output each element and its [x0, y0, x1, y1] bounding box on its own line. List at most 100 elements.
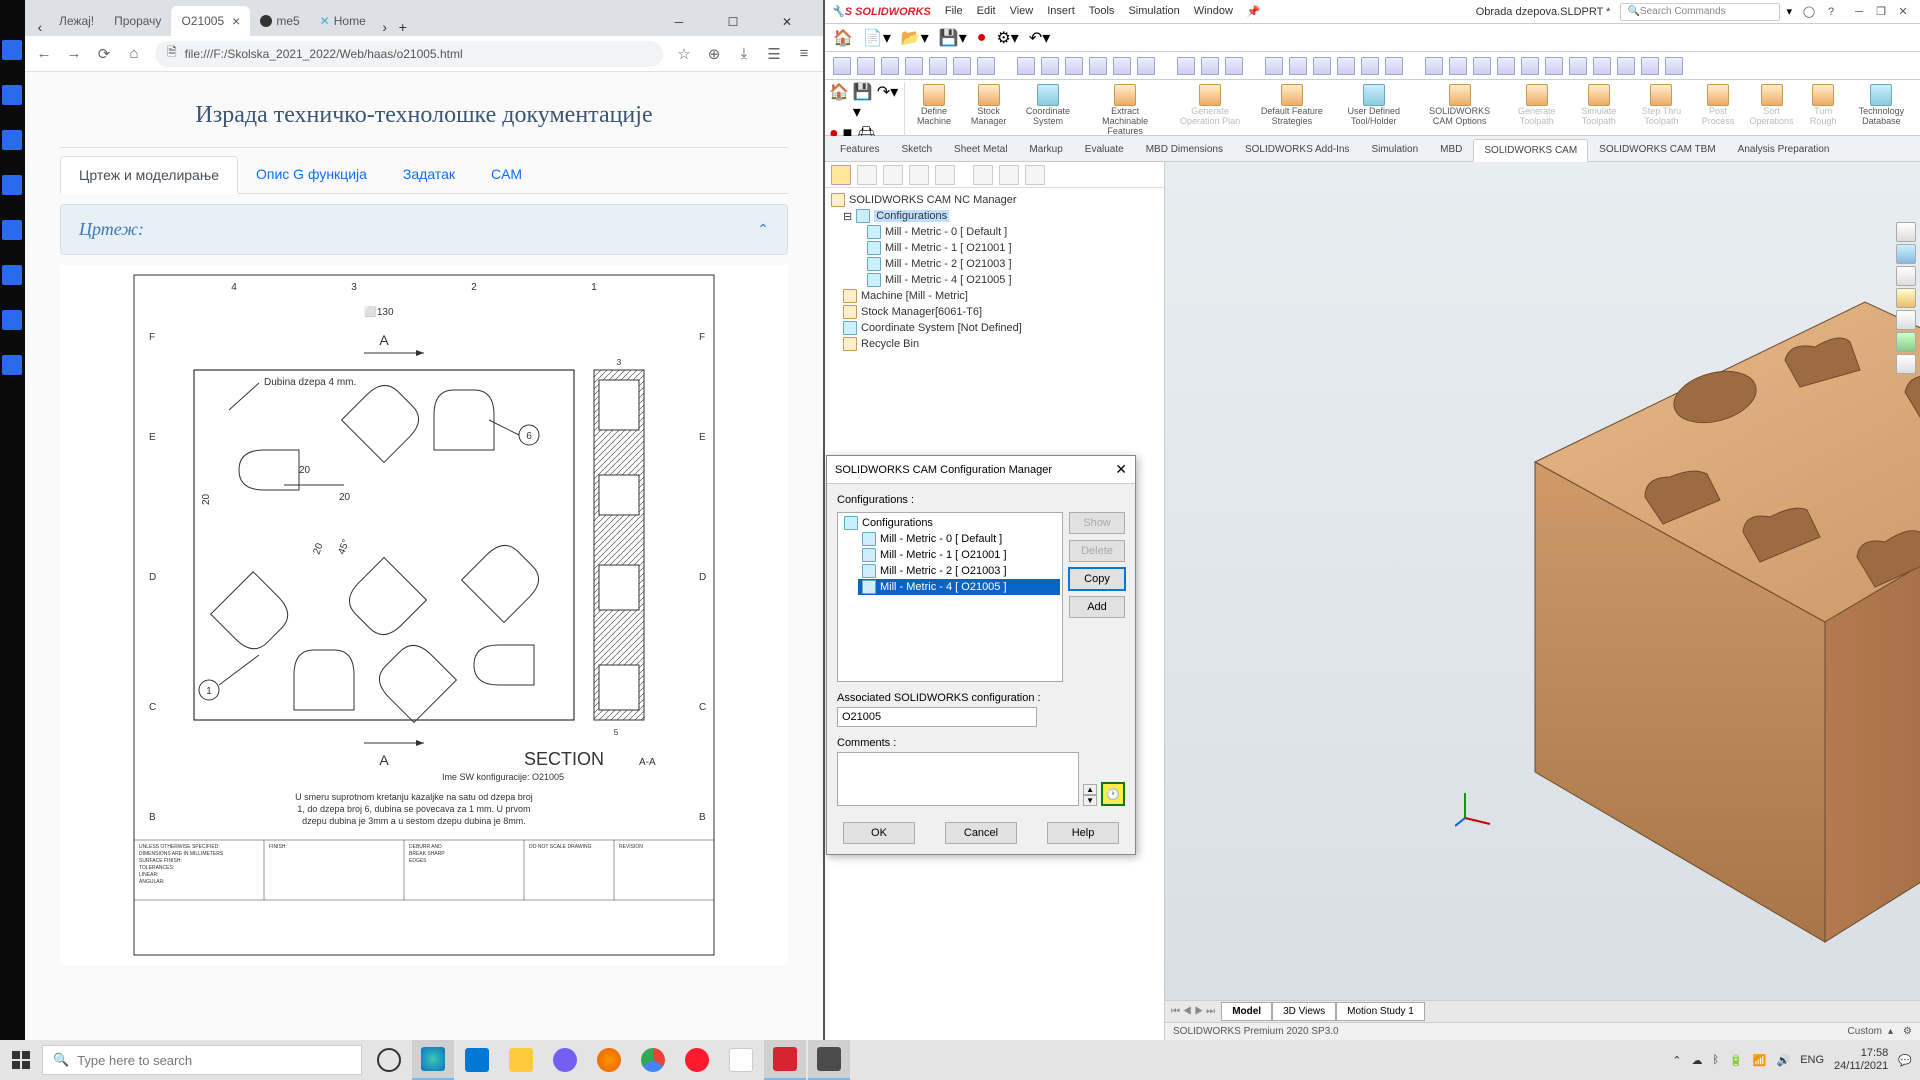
tray-lang[interactable]: ENG	[1800, 1054, 1824, 1066]
new-icon[interactable]: 📄▾	[863, 28, 891, 48]
ctab-features[interactable]: Features	[829, 138, 890, 161]
config-list[interactable]: Configurations Mill - Metric - 0 [ Defau…	[837, 512, 1063, 682]
desktop-icon[interactable]	[2, 175, 22, 195]
ctab-markup[interactable]: Markup	[1018, 138, 1073, 161]
tabs-scroll-icon[interactable]: ⏮ ◀ ▶ ⏭	[1171, 1006, 1215, 1017]
rb-cam-options[interactable]: SOLIDWORKS CAM Options	[1415, 82, 1504, 129]
task-viber[interactable]	[544, 1040, 586, 1080]
tab-prev-icon[interactable]: ‹	[31, 18, 49, 36]
close-icon[interactable]: ✕	[765, 8, 809, 36]
tree-row[interactable]: Machine [Mill - Metric]	[843, 288, 1158, 304]
scroll-up-icon[interactable]: ▲	[1083, 784, 1097, 795]
tool-icon[interactable]	[1265, 57, 1283, 75]
tool-icon[interactable]	[1041, 57, 1059, 75]
tool-icon[interactable]	[905, 57, 923, 75]
appearances-icon[interactable]	[1896, 310, 1916, 330]
search-dropdown-icon[interactable]: ▾	[1786, 5, 1792, 18]
status-units[interactable]: Custom	[1848, 1026, 1882, 1037]
tool-icon[interactable]	[1617, 57, 1635, 75]
ctab-swcam[interactable]: SOLIDWORKS CAM	[1473, 139, 1588, 162]
config-item[interactable]: Mill - Metric - 0 [ Default ]	[858, 531, 1060, 547]
task-explorer[interactable]	[500, 1040, 542, 1080]
tool-icon[interactable]	[1569, 57, 1587, 75]
rb-sim-toolpath[interactable]: Simulate Toolpath	[1569, 82, 1628, 129]
btab-model[interactable]: Model	[1221, 1002, 1272, 1021]
browser-tab[interactable]: Прорачу	[104, 6, 171, 36]
rb-stock-manager[interactable]: Stock Manager	[963, 82, 1015, 129]
dialog-titlebar[interactable]: SOLIDWORKS CAM Configuration Manager ✕	[827, 456, 1135, 484]
nav-tab-cam[interactable]: CAM	[473, 156, 540, 193]
desktop-icon[interactable]	[2, 220, 22, 240]
tool-icon[interactable]	[1201, 57, 1219, 75]
tree-row[interactable]: Stock Manager[6061-T6]	[843, 304, 1158, 320]
task-sublime[interactable]	[808, 1040, 850, 1080]
restore-icon[interactable]: ❐	[1870, 3, 1892, 21]
ctab-sheetmetal[interactable]: Sheet Metal	[943, 138, 1018, 161]
desktop-icon[interactable]	[2, 40, 22, 60]
rb-default-strat[interactable]: Default Feature Strategies	[1251, 82, 1332, 129]
download-icon[interactable]: ⤓	[735, 45, 753, 63]
tree-row[interactable]: Recycle Bin	[843, 336, 1158, 352]
tool-icon[interactable]	[977, 57, 995, 75]
home-icon[interactable]: 🏠	[829, 82, 849, 122]
task-paint[interactable]	[720, 1040, 762, 1080]
rb-define-machine[interactable]: Define Machine	[907, 82, 960, 129]
pin-icon[interactable]: 📌	[1247, 5, 1261, 18]
rb-coord-system[interactable]: Coordinate System	[1017, 82, 1080, 129]
tool-icon[interactable]	[1089, 57, 1107, 75]
start-button[interactable]	[0, 1040, 42, 1080]
ctab-sim[interactable]: Simulation	[1360, 138, 1429, 161]
tray-chevron-icon[interactable]: ⌃	[1672, 1054, 1681, 1067]
minimize-icon[interactable]: ─	[1848, 3, 1870, 21]
rb-extract-features[interactable]: Extract Machinable Features	[1081, 82, 1169, 139]
tree-tab-extra[interactable]	[1025, 165, 1045, 185]
ctab-analysis[interactable]: Analysis Preparation	[1727, 138, 1841, 161]
tree-tab-config[interactable]	[909, 165, 929, 185]
forum-icon[interactable]	[1896, 354, 1916, 374]
tree-tab-op[interactable]	[973, 165, 993, 185]
menu-file[interactable]: File	[945, 5, 963, 18]
help-icon[interactable]: ?	[1820, 3, 1842, 21]
config-root[interactable]: Configurations	[840, 515, 1060, 531]
tree-row[interactable]: ⊟Configurations	[843, 208, 1158, 224]
tree-row[interactable]: Mill - Metric - 1 [ O21001 ]	[867, 240, 1158, 256]
view-palette-icon[interactable]	[1896, 288, 1916, 308]
design-lib-icon[interactable]	[1896, 244, 1916, 264]
tool-icon[interactable]	[929, 57, 947, 75]
home-icon[interactable]: 🏠	[833, 28, 853, 48]
menu-icon[interactable]: ≡	[795, 45, 813, 63]
tree-tab-feature[interactable]	[857, 165, 877, 185]
tool-icon[interactable]	[857, 57, 875, 75]
tree-tab-property[interactable]	[883, 165, 903, 185]
sw-resources-icon[interactable]	[1896, 222, 1916, 242]
rb-turn-rough[interactable]: Turn Rough	[1802, 82, 1845, 129]
browser-tab[interactable]: me5	[250, 6, 309, 36]
sync-icon[interactable]: ⊕	[705, 45, 723, 63]
gear-icon[interactable]: ⚙▾	[996, 28, 1018, 48]
close-icon[interactable]: ×	[232, 13, 240, 29]
tool-icon[interactable]	[1065, 57, 1083, 75]
tool-icon[interactable]	[1361, 57, 1379, 75]
ok-button[interactable]: OK	[843, 822, 915, 844]
tool-icon[interactable]	[1385, 57, 1403, 75]
home-icon[interactable]: ⌂	[125, 45, 143, 63]
comments-textarea[interactable]	[837, 752, 1079, 806]
tab-next-icon[interactable]: ›	[376, 18, 394, 36]
browser-tab[interactable]: Лежај!	[49, 6, 104, 36]
preview-button[interactable]: 🕐	[1101, 782, 1125, 806]
tree-row[interactable]: Mill - Metric - 0 [ Default ]	[867, 224, 1158, 240]
tool-icon[interactable]	[1113, 57, 1131, 75]
record-icon[interactable]: ●	[977, 29, 987, 47]
tool-icon[interactable]	[1665, 57, 1683, 75]
sw-search-input[interactable]: 🔍 Search Commands	[1620, 3, 1780, 21]
tree-tab-cam[interactable]	[831, 165, 851, 185]
task-mail[interactable]	[456, 1040, 498, 1080]
desktop-icon[interactable]	[2, 355, 22, 375]
task-solidworks[interactable]	[764, 1040, 806, 1080]
menu-view[interactable]: View	[1010, 5, 1034, 18]
tree-row[interactable]: SOLIDWORKS CAM NC Manager	[831, 192, 1158, 208]
desktop-icon[interactable]	[2, 130, 22, 150]
desktop-icon[interactable]	[2, 265, 22, 285]
expand-icon[interactable]: ⊟	[843, 210, 852, 223]
tool-icon[interactable]	[1177, 57, 1195, 75]
